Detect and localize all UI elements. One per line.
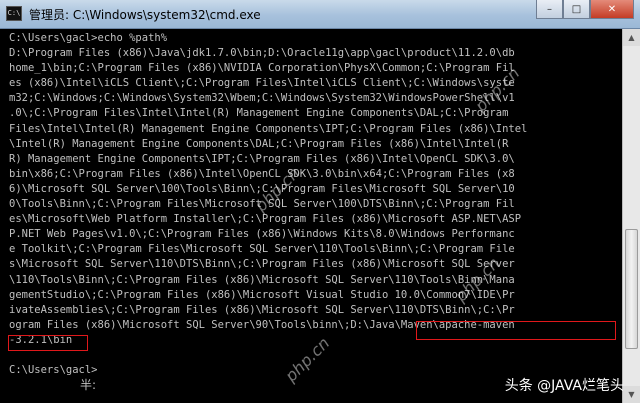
window-title: 管理员: C:\Windows\system32\cmd.exe bbox=[29, 8, 261, 22]
console-line: bin\x86;C:\Program Files (x86)\Intel\Ope… bbox=[9, 167, 515, 180]
cmd-window: C:\ 管理员: C:\Windows\system32\cmd.exe – □… bbox=[0, 0, 640, 403]
console-line: m32;C:\Windows;C:\Windows\System32\Wbem;… bbox=[9, 92, 515, 105]
console-line: es (x86)\Intel\iCLS Client\;C:\Program F… bbox=[9, 77, 515, 90]
console-line: Files\Intel\Intel(R) Management Engine C… bbox=[9, 122, 528, 135]
window-controls: – □ ✕ bbox=[536, 0, 634, 20]
cmd-app-icon[interactable]: C:\ bbox=[6, 6, 22, 21]
console-line: C:\Users\gacl>echo %path% bbox=[9, 32, 168, 44]
console-line: D:\Program Files (x86)\Java\jdk1.7.0\bin… bbox=[9, 47, 515, 60]
console-line: \110\Tools\Binn\;C:\Program Files (x86)\… bbox=[9, 273, 515, 286]
ime-indicator: 半: bbox=[80, 378, 97, 392]
close-button[interactable]: ✕ bbox=[590, 0, 634, 19]
console-line: R) Management Engine Components\IPT;C:\P… bbox=[9, 152, 515, 165]
vertical-scrollbar[interactable]: ▲ ▼ bbox=[622, 29, 640, 403]
console-line: e Toolkit\;C:\Program Files\Microsoft SQ… bbox=[9, 243, 515, 256]
maximize-button[interactable]: □ bbox=[563, 0, 590, 19]
scroll-thumb[interactable] bbox=[625, 229, 638, 349]
credit-label: 头条 @JAVA烂笔头 bbox=[504, 378, 624, 394]
scroll-down-icon[interactable]: ▼ bbox=[623, 386, 640, 403]
console-line: es\Microsoft\Web Platform Installer\;C:\… bbox=[9, 213, 522, 226]
minimize-button[interactable]: – bbox=[536, 0, 563, 19]
scroll-up-icon[interactable]: ▲ bbox=[623, 29, 640, 46]
console-line: s\Microsoft SQL Server\110\DTS\Binn\;C:\… bbox=[9, 258, 515, 271]
console-line: home_1\bin;C:\Program Files (x86)\NVIDIA… bbox=[9, 62, 515, 75]
console-line: \Intel(R) Management Engine Components\D… bbox=[9, 137, 509, 150]
highlight-maven-path-start bbox=[416, 321, 616, 340]
highlight-maven-path-end bbox=[8, 335, 88, 351]
title-bar[interactable]: C:\ 管理员: C:\Windows\system32\cmd.exe – □… bbox=[0, 0, 640, 29]
console-line: gementStudio\;C:\Program Files (x86)\Mic… bbox=[9, 288, 515, 301]
console-line: P.NET Web Pages\v1.0\;C:\Program Files (… bbox=[9, 228, 515, 241]
console-line: ivateAssemblies\;C:\Program Files (x86)\… bbox=[9, 303, 515, 316]
console-line: .0\;C:\Program Files\Intel\Intel(R) Mana… bbox=[9, 107, 509, 120]
